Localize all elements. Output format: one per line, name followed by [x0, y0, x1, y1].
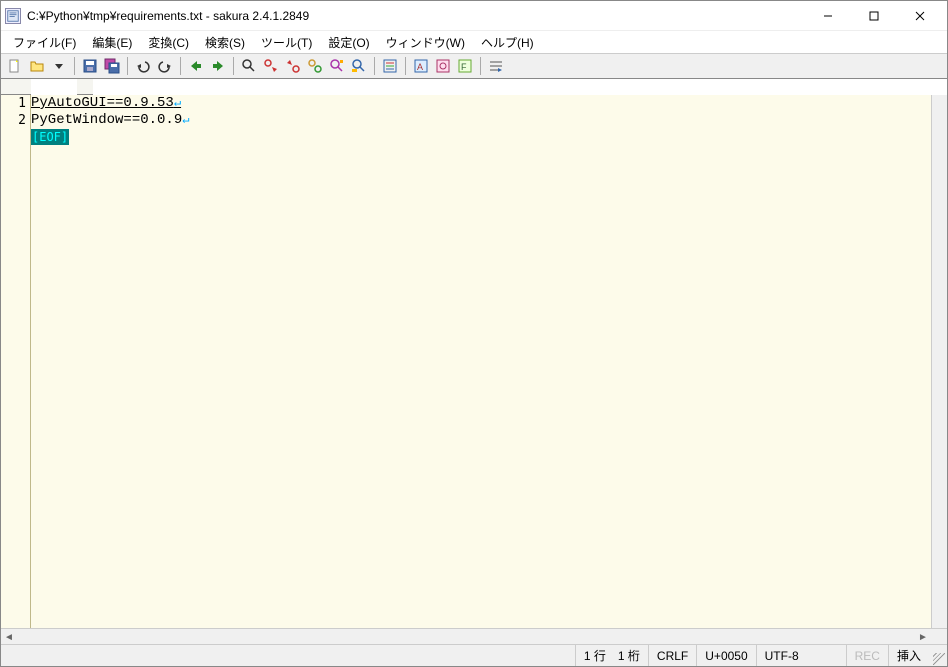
- menu-tools[interactable]: ツール(T): [253, 32, 320, 53]
- scroll-track[interactable]: [17, 629, 915, 644]
- toolbar: A F: [1, 53, 947, 79]
- menubar: ファイル(F) 編集(E) 変換(C) 検索(S) ツール(T) 設定(O) ウ…: [1, 31, 947, 53]
- ruler-corner: [1, 79, 31, 95]
- line-text: PyAutoGUI==0.9.53: [31, 95, 174, 111]
- editor-area: 1 2 PyAutoGUI==0.9.53↵ PyGetWindow==0.0.…: [1, 95, 947, 628]
- eof-marker: [EOF]: [31, 129, 69, 145]
- window-title: C:¥Python¥tmp¥requirements.txt - sakura …: [27, 9, 805, 23]
- save-icon[interactable]: [80, 56, 100, 76]
- replace-icon[interactable]: [305, 56, 325, 76]
- jump-forward-icon[interactable]: [208, 56, 228, 76]
- status-encoding[interactable]: UTF-8: [756, 645, 846, 666]
- outline-icon[interactable]: [380, 56, 400, 76]
- scroll-corner: [931, 629, 947, 644]
- scroll-left-icon[interactable]: ◄: [1, 629, 17, 645]
- save-all-icon[interactable]: [102, 56, 122, 76]
- statusbar: 1 行 1 桁 CRLF U+0050 UTF-8 REC 挿入: [1, 644, 947, 666]
- open-file-icon[interactable]: [27, 56, 47, 76]
- status-rec[interactable]: REC: [846, 645, 888, 666]
- vertical-scrollbar[interactable]: [931, 95, 947, 628]
- toolbar-separator: [74, 57, 75, 75]
- search-prev-icon[interactable]: [283, 56, 303, 76]
- ruler-row: 01234567891011: [1, 79, 947, 95]
- menu-window[interactable]: ウィンドウ(W): [378, 32, 473, 53]
- titlebar: C:¥Python¥tmp¥requirements.txt - sakura …: [1, 1, 947, 31]
- wrap-settings-icon[interactable]: [486, 56, 506, 76]
- menu-edit[interactable]: 編集(E): [84, 32, 140, 53]
- status-eol[interactable]: CRLF: [648, 645, 696, 666]
- crlf-icon: ↵: [182, 113, 189, 127]
- mark-icon[interactable]: [327, 56, 347, 76]
- menu-file[interactable]: ファイル(F): [5, 32, 84, 53]
- toolbar-separator: [233, 57, 234, 75]
- toolbar-separator: [480, 57, 481, 75]
- search-next-icon[interactable]: [261, 56, 281, 76]
- common-settings-icon[interactable]: [433, 56, 453, 76]
- undo-icon[interactable]: [133, 56, 153, 76]
- horizontal-scrollbar[interactable]: ◄ ►: [1, 628, 947, 644]
- type-settings-icon[interactable]: A: [411, 56, 431, 76]
- jump-back-icon[interactable]: [186, 56, 206, 76]
- app-icon: [5, 8, 21, 24]
- svg-text:A: A: [417, 62, 423, 72]
- menu-settings[interactable]: 設定(O): [320, 32, 377, 53]
- new-file-icon[interactable]: [5, 56, 25, 76]
- minimize-button[interactable]: [805, 1, 851, 31]
- line-text: PyGetWindow==0.0.9: [31, 112, 182, 128]
- svg-text:F: F: [461, 62, 467, 72]
- status-codepoint[interactable]: U+0050: [696, 645, 755, 666]
- text-editor[interactable]: PyAutoGUI==0.9.53↵ PyGetWindow==0.0.9↵ […: [31, 95, 931, 628]
- open-dropdown-icon[interactable]: [49, 56, 69, 76]
- text-line[interactable]: PyGetWindow==0.0.9↵: [31, 112, 931, 129]
- toolbar-separator: [405, 57, 406, 75]
- resize-grip-icon[interactable]: [929, 645, 947, 667]
- text-line[interactable]: PyAutoGUI==0.9.53↵: [31, 95, 931, 112]
- status-insert[interactable]: 挿入: [888, 645, 929, 666]
- status-position[interactable]: 1 行 1 桁: [575, 645, 648, 666]
- line-number: 2: [1, 112, 30, 129]
- search-icon[interactable]: [239, 56, 259, 76]
- crlf-icon: ↵: [174, 96, 181, 110]
- eof-line: [EOF]: [31, 129, 931, 146]
- ruler-right-corner: [77, 79, 93, 95]
- toolbar-separator: [374, 57, 375, 75]
- grep-icon[interactable]: [349, 56, 369, 76]
- redo-icon[interactable]: [155, 56, 175, 76]
- toolbar-separator: [127, 57, 128, 75]
- menu-convert[interactable]: 変換(C): [140, 32, 197, 53]
- font-settings-icon[interactable]: F: [455, 56, 475, 76]
- maximize-button[interactable]: [851, 1, 897, 31]
- scroll-right-icon[interactable]: ►: [915, 629, 931, 645]
- line-number: 1: [1, 95, 30, 112]
- line-number-gutter: 1 2: [1, 95, 31, 628]
- menu-help[interactable]: ヘルプ(H): [473, 32, 542, 53]
- menu-search[interactable]: 検索(S): [197, 32, 253, 53]
- close-button[interactable]: [897, 1, 943, 31]
- toolbar-separator: [180, 57, 181, 75]
